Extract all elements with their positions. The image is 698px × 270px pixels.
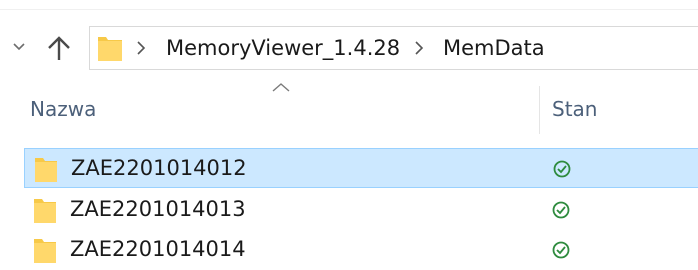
chevron-right-icon[interactable]: [414, 40, 424, 56]
file-name: ZAE2201014013: [70, 197, 246, 221]
folder-icon: [98, 37, 122, 61]
file-row[interactable]: ZAE2201014013: [24, 190, 698, 230]
folder-icon: [35, 158, 57, 182]
sync-ok-icon: [552, 201, 570, 219]
breadcrumb-memoryviewer[interactable]: MemoryViewer_1.4.28: [166, 33, 400, 63]
column-header-name[interactable]: Nazwa: [30, 94, 96, 124]
sort-ascending-icon: [272, 83, 290, 92]
sync-ok-icon: [552, 241, 570, 259]
arrow-up-icon[interactable]: [46, 34, 72, 62]
file-name: ZAE2201014014: [70, 237, 246, 261]
folder-icon: [34, 199, 56, 223]
folder-icon: [34, 239, 56, 263]
window-top-divider: [0, 9, 698, 10]
chevron-down-icon[interactable]: [12, 38, 26, 56]
sync-ok-icon: [553, 160, 571, 178]
file-name: ZAE2201014012: [71, 156, 247, 180]
column-divider[interactable]: [539, 86, 540, 134]
file-row[interactable]: ZAE2201014012: [24, 148, 698, 188]
breadcrumb-memdata[interactable]: MemData: [443, 33, 545, 63]
file-row[interactable]: ZAE2201014014: [24, 230, 698, 270]
column-header-status[interactable]: Stan: [552, 94, 597, 124]
chevron-right-icon[interactable]: [136, 40, 146, 56]
